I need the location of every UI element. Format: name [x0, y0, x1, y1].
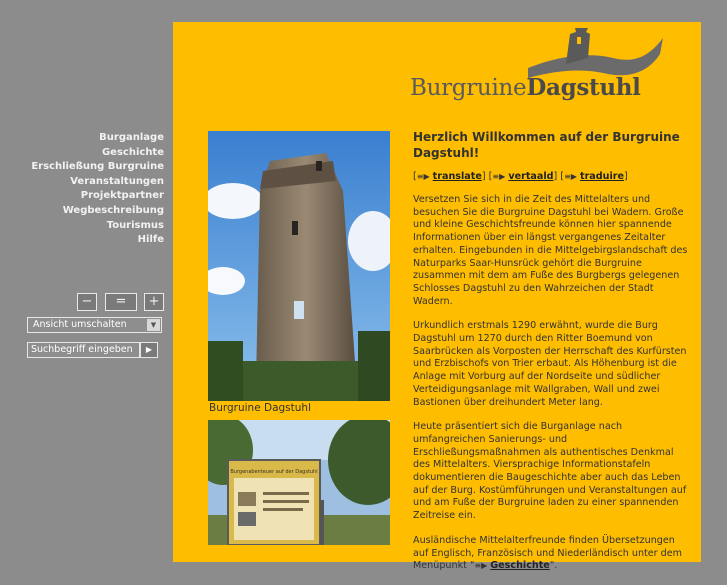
- tower-photo: [208, 131, 390, 401]
- arrow-right-icon: ▶: [145, 345, 153, 354]
- document-arrow-icon: ≡▶: [416, 172, 430, 181]
- view-switch-label: Ansicht umschalten: [33, 319, 127, 330]
- document-arrow-icon: ≡▶: [492, 172, 506, 181]
- chevron-down-icon: ▼: [147, 319, 160, 331]
- nav-item-burganlage[interactable]: Burganlage: [31, 131, 164, 146]
- document-arrow-icon: ≡▶: [474, 561, 488, 571]
- nav-item-hilfe[interactable]: Hilfe: [31, 233, 164, 248]
- zoom-reset-button[interactable]: =: [105, 293, 137, 311]
- link-traduire[interactable]: traduire: [580, 171, 624, 182]
- search-input[interactable]: Suchbegriff eingeben: [27, 342, 140, 358]
- nav-item-veranstaltungen[interactable]: Veranstaltungen: [31, 175, 164, 190]
- intro-paragraph: Versetzen Sie sich in die Zeit des Mitte…: [413, 194, 688, 307]
- nav-item-tourismus[interactable]: Tourismus: [31, 219, 164, 234]
- link-translate[interactable]: translate: [433, 171, 482, 182]
- view-switch-select[interactable]: Ansicht umschalten ▼: [27, 317, 162, 333]
- main-content: Herzlich Willkommen auf der Burgruine Da…: [413, 129, 691, 585]
- info-board-sign-text: Burgenabenteuer auf der Dagstuhl: [230, 469, 317, 475]
- nav-item-projektpartner[interactable]: Projektpartner: [31, 189, 164, 204]
- present-paragraph: Heute präsentiert sich die Burganlage na…: [413, 421, 687, 522]
- nav-item-erschliessung[interactable]: Erschließung Burgruine: [31, 160, 164, 175]
- history-paragraph: Urkundlich erstmals 1290 erwähnt, wurde …: [413, 320, 687, 408]
- logo-text: BurgruineDagstuhl: [410, 74, 641, 101]
- link-geschichte[interactable]: Geschichte: [490, 560, 550, 571]
- site-logo[interactable]: BurgruineDagstuhl: [410, 28, 665, 108]
- zoom-out-button[interactable]: −: [77, 293, 97, 311]
- language-links: [≡▶ translate] [≡▶ vertaald] [≡▶ traduir…: [413, 171, 628, 182]
- document-arrow-icon: ≡▶: [564, 172, 577, 181]
- translations-paragraph: Ausländische Mittelalterfreunde finden Ü…: [413, 534, 683, 572]
- nav-item-wegbeschreibung[interactable]: Wegbeschreibung: [31, 204, 164, 219]
- link-vertaald[interactable]: vertaald: [508, 171, 553, 182]
- photo-caption: Burgruine Dagstuhl: [209, 402, 311, 414]
- info-board-photo: Burgenabenteuer auf der Dagstuhl: [208, 420, 390, 545]
- main-nav: Burganlage Geschichte Erschließung Burgr…: [31, 131, 164, 248]
- search-submit-button[interactable]: ▶: [140, 342, 158, 358]
- page-title: Herzlich Willkommen auf der Burgruine Da…: [413, 130, 680, 160]
- zoom-in-button[interactable]: +: [144, 293, 164, 311]
- nav-item-geschichte[interactable]: Geschichte: [31, 146, 164, 161]
